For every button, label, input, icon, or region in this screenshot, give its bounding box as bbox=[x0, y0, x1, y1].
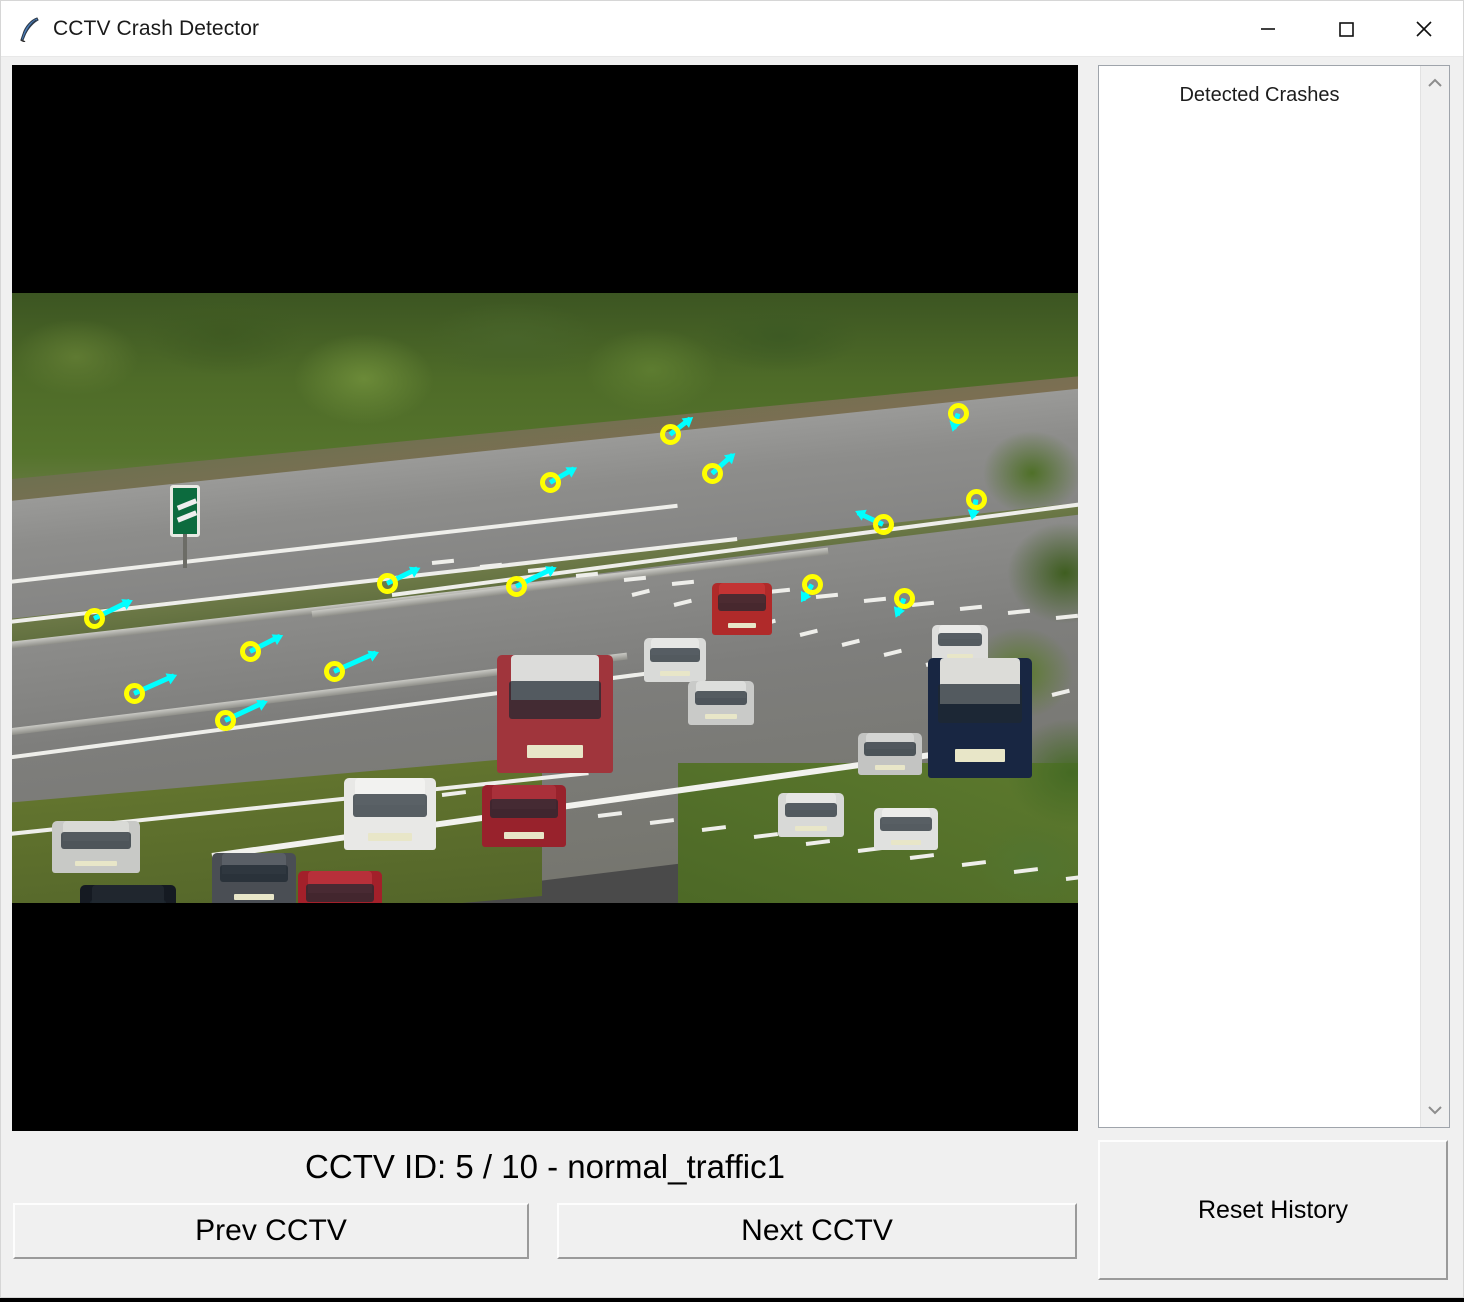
chevron-down-icon bbox=[1428, 1106, 1442, 1115]
main-area: Detected Crashes CCTV ID: 5 / 10 - norma… bbox=[1, 57, 1463, 1297]
tracking-ring-icon bbox=[802, 574, 823, 595]
window-title: CCTV Crash Detector bbox=[53, 16, 260, 40]
vehicle bbox=[298, 871, 382, 903]
tracking-ring-icon bbox=[124, 683, 145, 704]
tracking-ring-icon bbox=[215, 710, 236, 731]
crash-list-body[interactable]: Detected Crashes bbox=[1099, 66, 1420, 1127]
vehicle bbox=[344, 778, 436, 850]
vehicle bbox=[858, 733, 922, 775]
traffic-scene bbox=[12, 293, 1078, 903]
close-button[interactable] bbox=[1385, 1, 1463, 57]
cctv-status-label: CCTV ID: 5 / 10 - normal_traffic1 bbox=[305, 1148, 785, 1185]
prev-cctv-button[interactable]: Prev CCTV bbox=[13, 1203, 529, 1259]
close-icon bbox=[1416, 21, 1432, 37]
maximize-icon bbox=[1339, 22, 1354, 37]
motorway-sign bbox=[170, 485, 200, 568]
tracking-ring-icon bbox=[540, 472, 561, 493]
scroll-down-button[interactable] bbox=[1421, 1097, 1450, 1123]
tracking-ring-icon bbox=[894, 588, 915, 609]
tracking-ring-icon bbox=[324, 661, 345, 682]
tracking-ring-icon bbox=[506, 576, 527, 597]
window-controls bbox=[1229, 1, 1463, 57]
vehicle bbox=[874, 808, 938, 850]
tracking-ring-icon bbox=[948, 403, 969, 424]
feather-icon bbox=[19, 16, 41, 43]
vehicle bbox=[778, 793, 844, 837]
detected-crashes-title: Detected Crashes bbox=[1179, 84, 1340, 106]
tracking-ring-icon bbox=[84, 608, 105, 629]
vehicle bbox=[482, 785, 566, 847]
vehicle bbox=[928, 658, 1032, 778]
title-bar: CCTV Crash Detector bbox=[1, 1, 1463, 57]
tracking-ring-icon bbox=[702, 463, 723, 484]
crash-list-scrollbar[interactable] bbox=[1420, 66, 1449, 1127]
vehicle bbox=[52, 821, 140, 873]
vehicle bbox=[644, 638, 706, 682]
detected-crashes-listbox[interactable]: Detected Crashes bbox=[1098, 65, 1450, 1128]
minimize-icon bbox=[1261, 28, 1275, 30]
cctv-video-frame bbox=[12, 293, 1078, 903]
next-cctv-button[interactable]: Next CCTV bbox=[557, 1203, 1077, 1259]
vehicle bbox=[80, 885, 176, 903]
chevron-up-icon bbox=[1428, 78, 1442, 87]
tracking-ring-icon bbox=[377, 573, 398, 594]
scroll-up-button[interactable] bbox=[1421, 70, 1450, 96]
vehicle bbox=[712, 583, 772, 635]
minimize-button[interactable] bbox=[1229, 1, 1307, 57]
vehicle bbox=[497, 655, 613, 773]
tracking-ring-icon bbox=[240, 641, 261, 662]
app-window: CCTV Crash Detector Detected Crashes CCT… bbox=[0, 0, 1464, 1298]
vehicle bbox=[212, 853, 296, 903]
reset-history-button[interactable]: Reset History bbox=[1098, 1140, 1448, 1280]
tracking-ring-icon bbox=[660, 424, 681, 445]
cctv-video-panel[interactable] bbox=[12, 65, 1078, 1131]
tracking-ring-icon bbox=[966, 489, 987, 510]
tracking-ring-icon bbox=[873, 514, 894, 535]
maximize-button[interactable] bbox=[1307, 1, 1385, 57]
vehicle bbox=[688, 681, 754, 725]
